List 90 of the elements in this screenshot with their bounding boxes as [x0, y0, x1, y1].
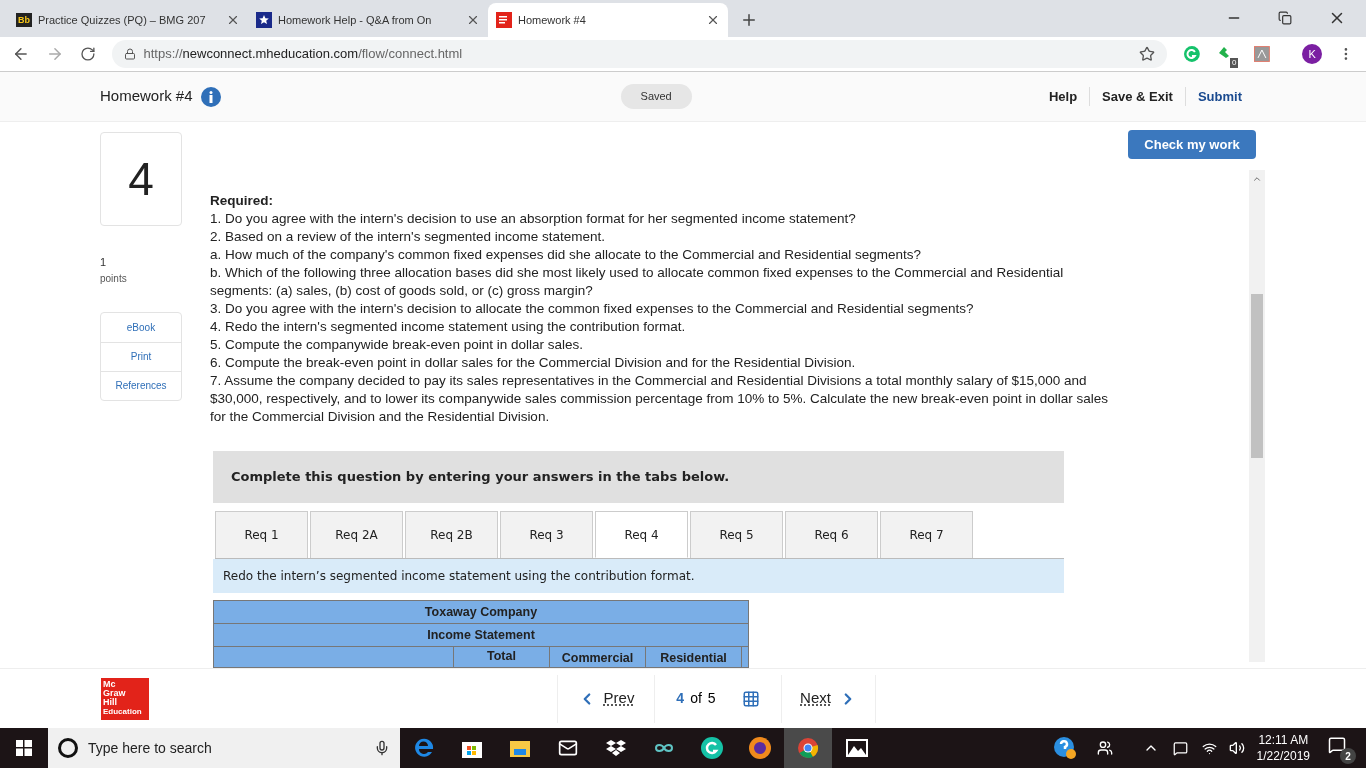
requirement-tab[interactable]: Req 2A — [310, 511, 403, 559]
requirement-tab[interactable]: Req 4 — [595, 511, 688, 559]
search-placeholder: Type here to search — [88, 738, 213, 758]
tab-instruction-text: Redo the intern’s segmented income statement using the contribution format. — [223, 568, 695, 586]
scrollbar[interactable] — [1249, 170, 1265, 662]
reload-icon[interactable] — [79, 46, 96, 62]
notification-icon[interactable] — [1328, 736, 1346, 754]
requirement-text: 4. Redo the intern's segmented income statement using the contribution format. — [210, 318, 687, 336]
required-heading: Required: — [210, 192, 274, 210]
people-icon[interactable] — [1096, 740, 1113, 756]
table-header-cell: Residential — [646, 647, 742, 667]
question-number-card: 4 — [100, 132, 182, 226]
page-current: 4 — [676, 689, 685, 708]
close-icon[interactable] — [466, 13, 480, 27]
requirement-text: 2. Based on a review of the intern's segmented income statement. — [210, 228, 607, 246]
cortana-icon — [58, 738, 78, 758]
mail-icon[interactable] — [558, 738, 578, 758]
requirement-text: 3. Do you agree with the intern's decision to allocate the common fixed expenses to the Commercial and Residential segments? — [210, 300, 975, 318]
page-of: of — [690, 689, 702, 708]
tab-title: Practice Quizzes (PQ) – BMG 207 — [38, 12, 207, 28]
next-button[interactable]: Next — [782, 674, 876, 723]
instructions-text: Complete this question by entering your answers in the tabs below. — [231, 468, 730, 487]
taskbar-search-field[interactable]: Type here to search — [48, 728, 400, 768]
tab-title: Homework #4 — [518, 12, 587, 28]
requirement-text: 1. Do you agree with the intern's decision to use an absorption format for her segmented income statement? — [210, 210, 857, 228]
publisher-logo: Mc Graw Hill Education — [101, 677, 149, 720]
requirement-text: 5. Compute the companywide break-even point in dollar sales. — [210, 336, 584, 354]
clock[interactable]: 12:11 AM 1/22/2019 — [1256, 732, 1310, 764]
requirement-text: a. How much of the company's common fixed expenses did she allocate to the Commercial and Residential segments? — [210, 246, 922, 264]
requirement-tab[interactable]: Req 2B — [405, 511, 498, 559]
chrome-icon[interactable] — [784, 728, 832, 768]
help-icon[interactable] — [1052, 736, 1077, 760]
extension-badge: 0 — [1230, 58, 1239, 68]
lock-icon — [123, 48, 136, 60]
bookmark-star-icon[interactable] — [1138, 46, 1155, 62]
page-total: 5 — [707, 689, 716, 708]
new-tab-icon[interactable] — [740, 11, 758, 29]
table-title-cell: Toxaway Company — [214, 601, 748, 624]
photos-icon[interactable] — [846, 739, 868, 757]
browser-tab[interactable]: Homework #4 — [488, 3, 728, 37]
microphone-icon[interactable] — [374, 740, 390, 756]
requirement-tab[interactable]: Req 6 — [785, 511, 878, 559]
header-link[interactable]: Help — [1036, 86, 1090, 107]
volume-icon[interactable] — [1228, 740, 1245, 756]
logo-icon — [496, 12, 512, 28]
assignment-title: Homework #4 — [100, 86, 193, 107]
profile-avatar[interactable]: K — [1302, 44, 1323, 64]
close-icon[interactable] — [226, 13, 240, 27]
requirement-tab[interactable]: Req 7 — [880, 511, 973, 559]
requirement-text: 6. Compute the break-even point in dollar sales for the Commercial Division and for the Residential Division. — [210, 354, 857, 372]
side-link[interactable]: Print — [101, 341, 181, 371]
info-icon[interactable] — [200, 86, 221, 107]
requirement-text: 7. Assume the company decided to pay its sales representatives in the Commercial and Residential Divisions a total monthly salary of $15,000 and $30,000, respectively, and to lower its companywide sales commission percentage from 10% to 5%. Calculate the new break-even point in dollar sales for the Commercial Division and the Residential Division. — [210, 372, 1109, 426]
submit-link[interactable]: Submit — [1184, 86, 1254, 107]
browser-tab[interactable]: Homework Help - Q&A from On — [248, 3, 488, 37]
saved-badge: Saved — [620, 84, 692, 109]
requirement-tab[interactable]: Req 5 — [690, 511, 783, 559]
infinity-icon[interactable] — [654, 742, 674, 754]
requirement-tab[interactable]: Req 1 — [215, 511, 308, 559]
tab-favicon: Bb — [16, 13, 32, 27]
browser-tab[interactable]: Bb Practice Quizzes (PQ) – BMG 207 — [8, 3, 248, 37]
wifi-icon[interactable] — [1201, 740, 1217, 756]
clock-date: 1/22/2019 — [1256, 748, 1310, 764]
check-my-work-button[interactable]: Check my work — [1128, 130, 1256, 159]
grammar-app-icon[interactable] — [700, 736, 724, 760]
windows-logo-icon[interactable] — [16, 740, 32, 756]
header-link[interactable]: Save & Exit — [1089, 86, 1185, 107]
address-field[interactable]: https://newconnect.mheducation.com/flow/connect.html — [111, 40, 1167, 68]
close-icon[interactable] — [706, 13, 720, 27]
pdf-icon[interactable] — [1254, 46, 1271, 62]
table-header-cell: Total — [454, 647, 550, 667]
grid-icon[interactable] — [741, 689, 760, 708]
scroll-thumb[interactable] — [1251, 294, 1263, 458]
clock-time: 12:11 AM — [1258, 732, 1309, 748]
url-text: https://newconnect.mheducation.com/flow/connect.html — [143, 45, 464, 64]
requirement-text: b. Which of the following three allocation bases did she most likely used to allocate common fixed expenses to the Commercial and Residential segments: (a) sales, (b) cost of goods sold, or (c) gross margin? — [210, 264, 1065, 300]
side-link[interactable]: References — [101, 370, 181, 400]
points-value: 1 — [100, 255, 108, 270]
prev-button[interactable]: Prev — [557, 674, 655, 723]
back-icon[interactable] — [12, 45, 30, 63]
points-label: points — [100, 271, 128, 286]
tab-title: Homework Help - Q&A from On — [278, 12, 433, 28]
scroll-up-icon[interactable] — [1252, 174, 1262, 184]
table-header-cell: Commercial — [550, 647, 646, 667]
restore-icon[interactable] — [1278, 11, 1292, 25]
table-title-cell: Income Statement — [214, 624, 748, 647]
side-link[interactable]: eBook — [101, 312, 181, 342]
notification-count: 2 — [1340, 748, 1356, 764]
dropbox-icon[interactable] — [606, 739, 626, 757]
requirement-tab[interactable]: Req 3 — [500, 511, 593, 559]
